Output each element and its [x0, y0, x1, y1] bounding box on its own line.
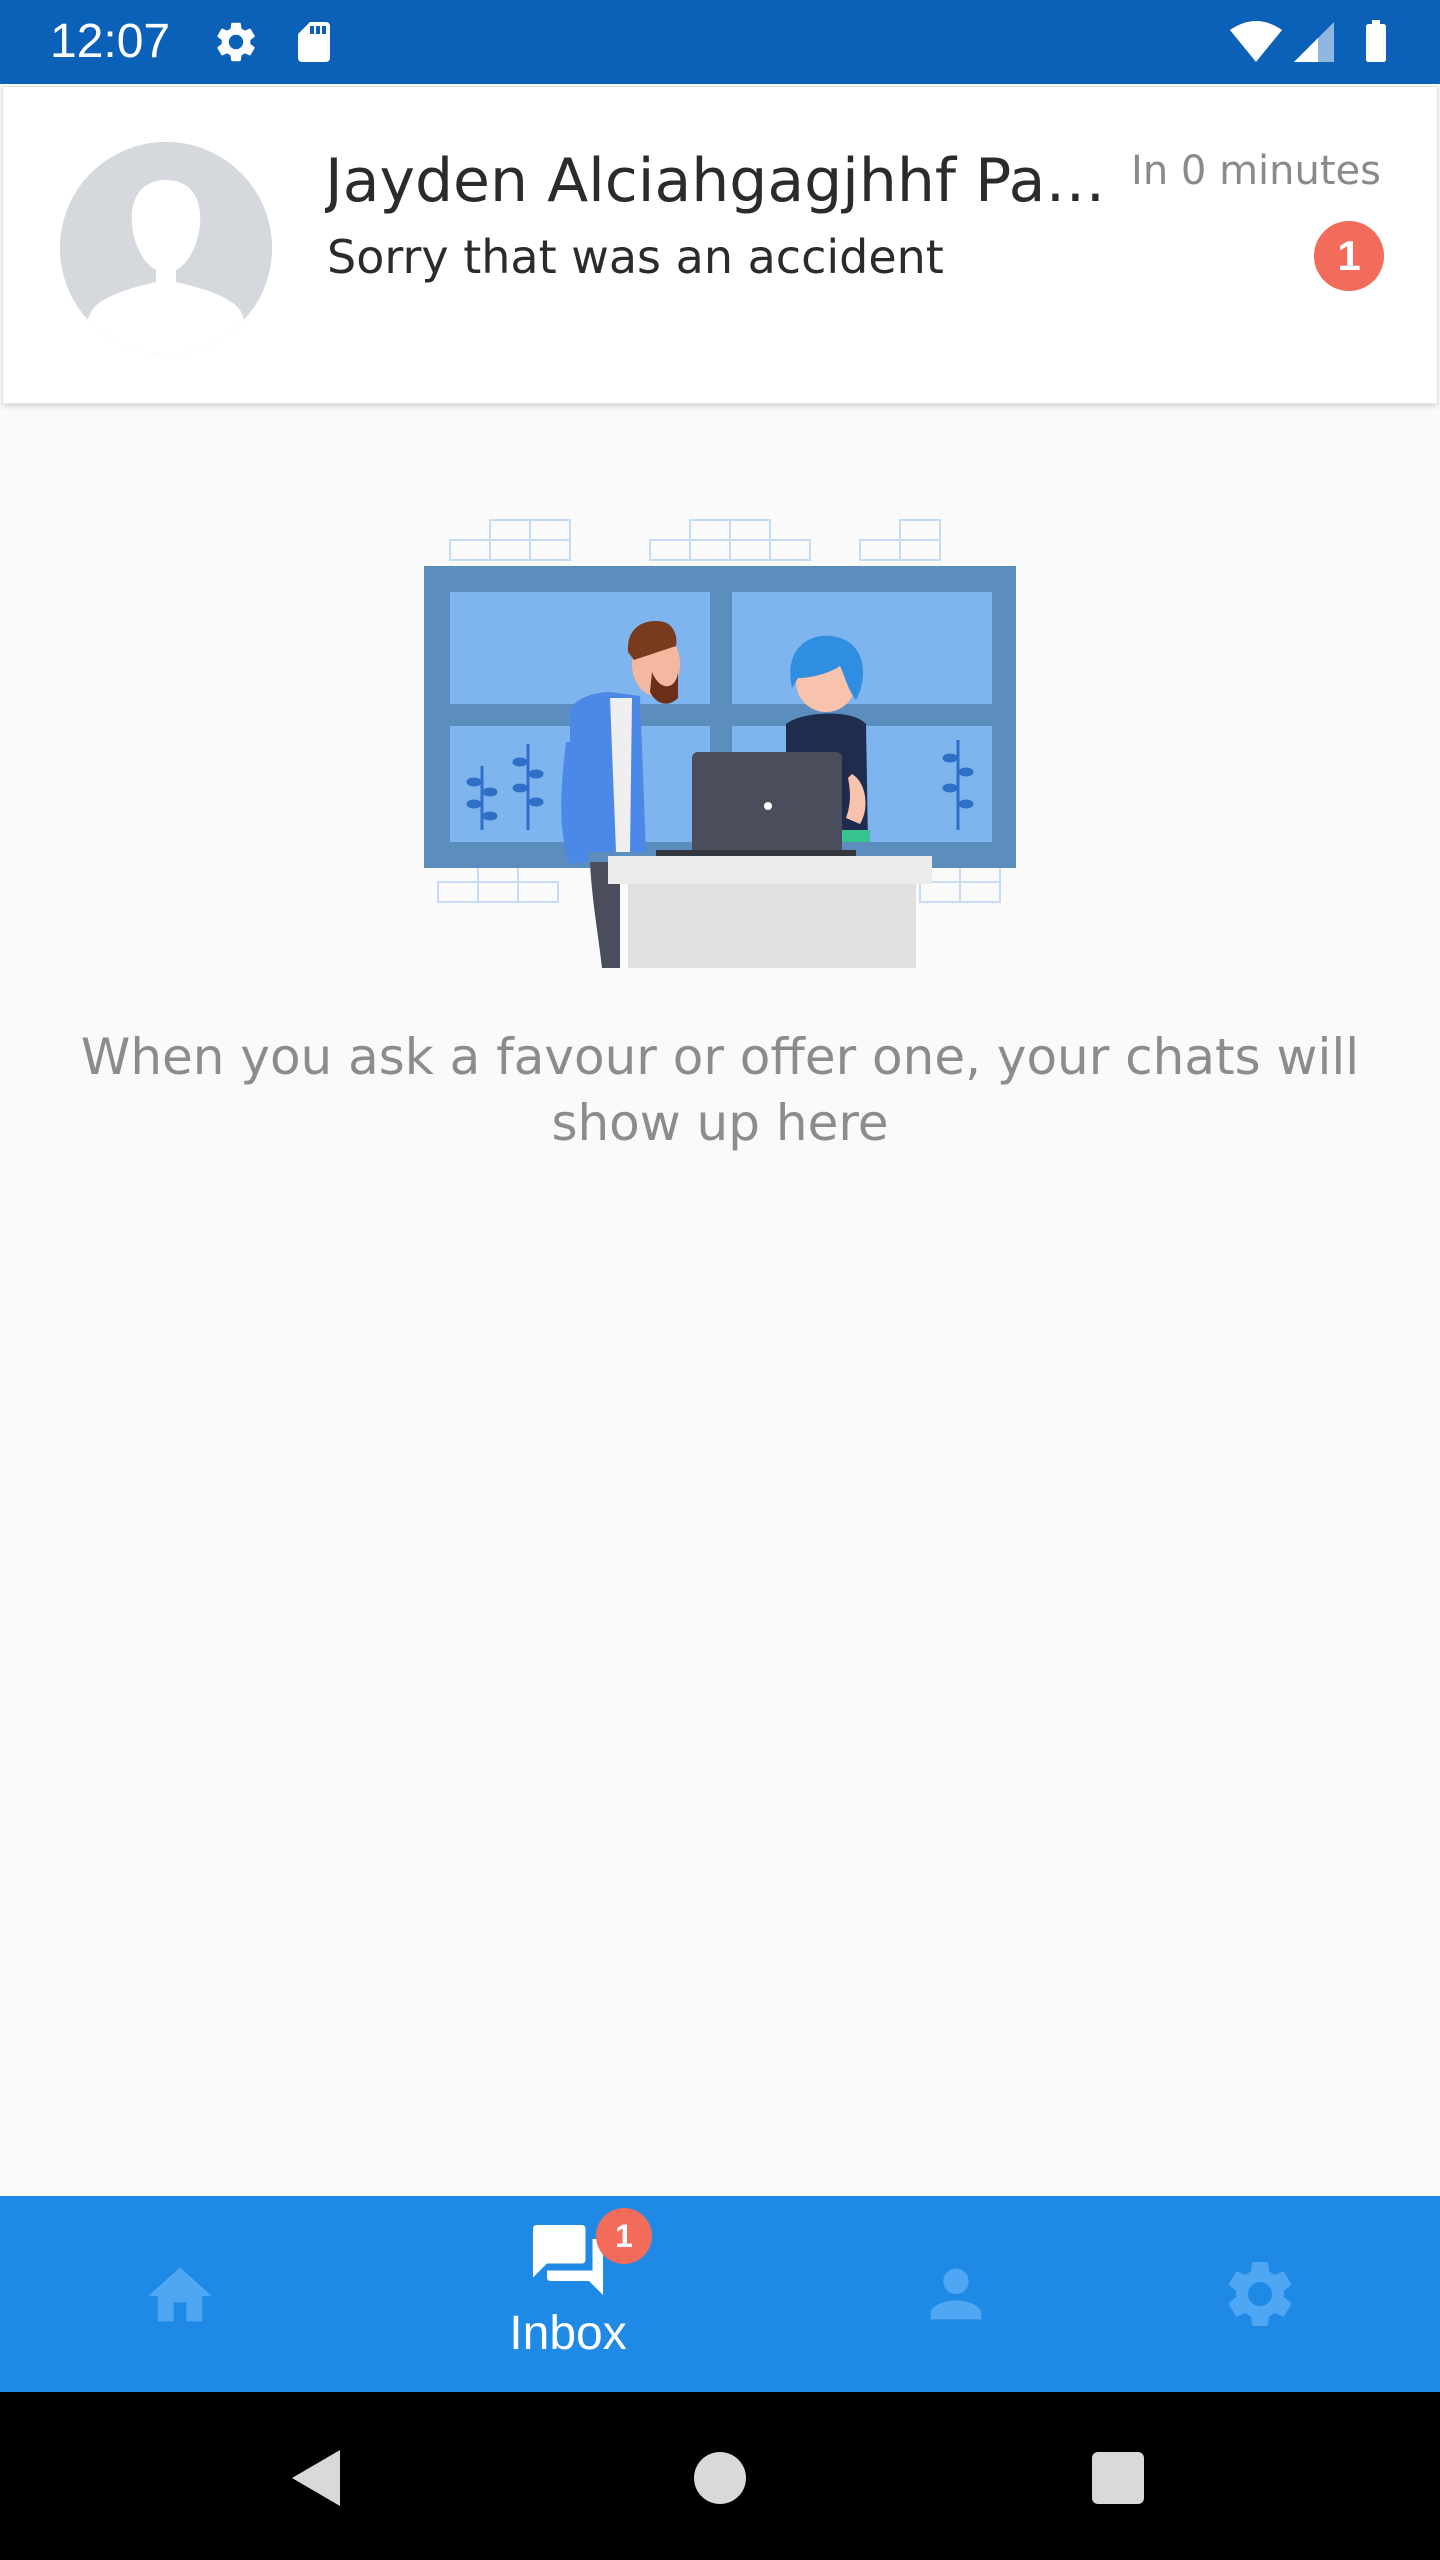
chat-contact-name: Jayden Alciahgagjhhf Pan...: [325, 146, 1115, 216]
back-icon[interactable]: [288, 2446, 344, 2510]
unread-count-badge: 1: [1314, 221, 1384, 291]
person-icon: [930, 2268, 982, 2320]
bottom-navigation: 1 Inbox: [0, 2196, 1440, 2392]
nav-item-home[interactable]: [100, 2196, 260, 2392]
status-bar: 12:07: [0, 0, 1440, 84]
nav-item-inbox[interactable]: 1 Inbox: [488, 2196, 652, 2392]
inbox-unread-badge: 1: [596, 2208, 652, 2264]
chat-list-item[interactable]: Jayden Alciahgagjhhf Pan... Sorry that w…: [2, 86, 1438, 404]
chat-last-message: Sorry that was an accident: [327, 230, 944, 284]
settings-gear-icon: [1228, 2262, 1292, 2326]
status-time: 12:07: [50, 15, 171, 68]
default-user-avatar-icon: [60, 142, 272, 354]
wifi-icon: [1230, 21, 1282, 62]
home-circle-icon[interactable]: [692, 2450, 748, 2506]
nav-item-profile[interactable]: [876, 2196, 1036, 2392]
empty-state-message: When you ask a favour or offer one, your…: [80, 1028, 1360, 1152]
battery-icon: [1366, 20, 1386, 62]
cell-signal-icon: [1294, 22, 1334, 62]
avatar: [60, 142, 272, 354]
people-at-laptop-illustration: [424, 519, 1016, 968]
recents-icon[interactable]: [1090, 2450, 1146, 2506]
nav-label-inbox: Inbox: [509, 2307, 627, 2360]
home-icon: [148, 2267, 212, 2322]
sd-card-icon: [298, 22, 330, 62]
gear-icon: [217, 22, 255, 62]
chat-timestamp: In 0 minutes: [1131, 148, 1381, 194]
nav-item-settings[interactable]: [1178, 2196, 1338, 2392]
system-navigation-bar: [0, 2392, 1440, 2560]
